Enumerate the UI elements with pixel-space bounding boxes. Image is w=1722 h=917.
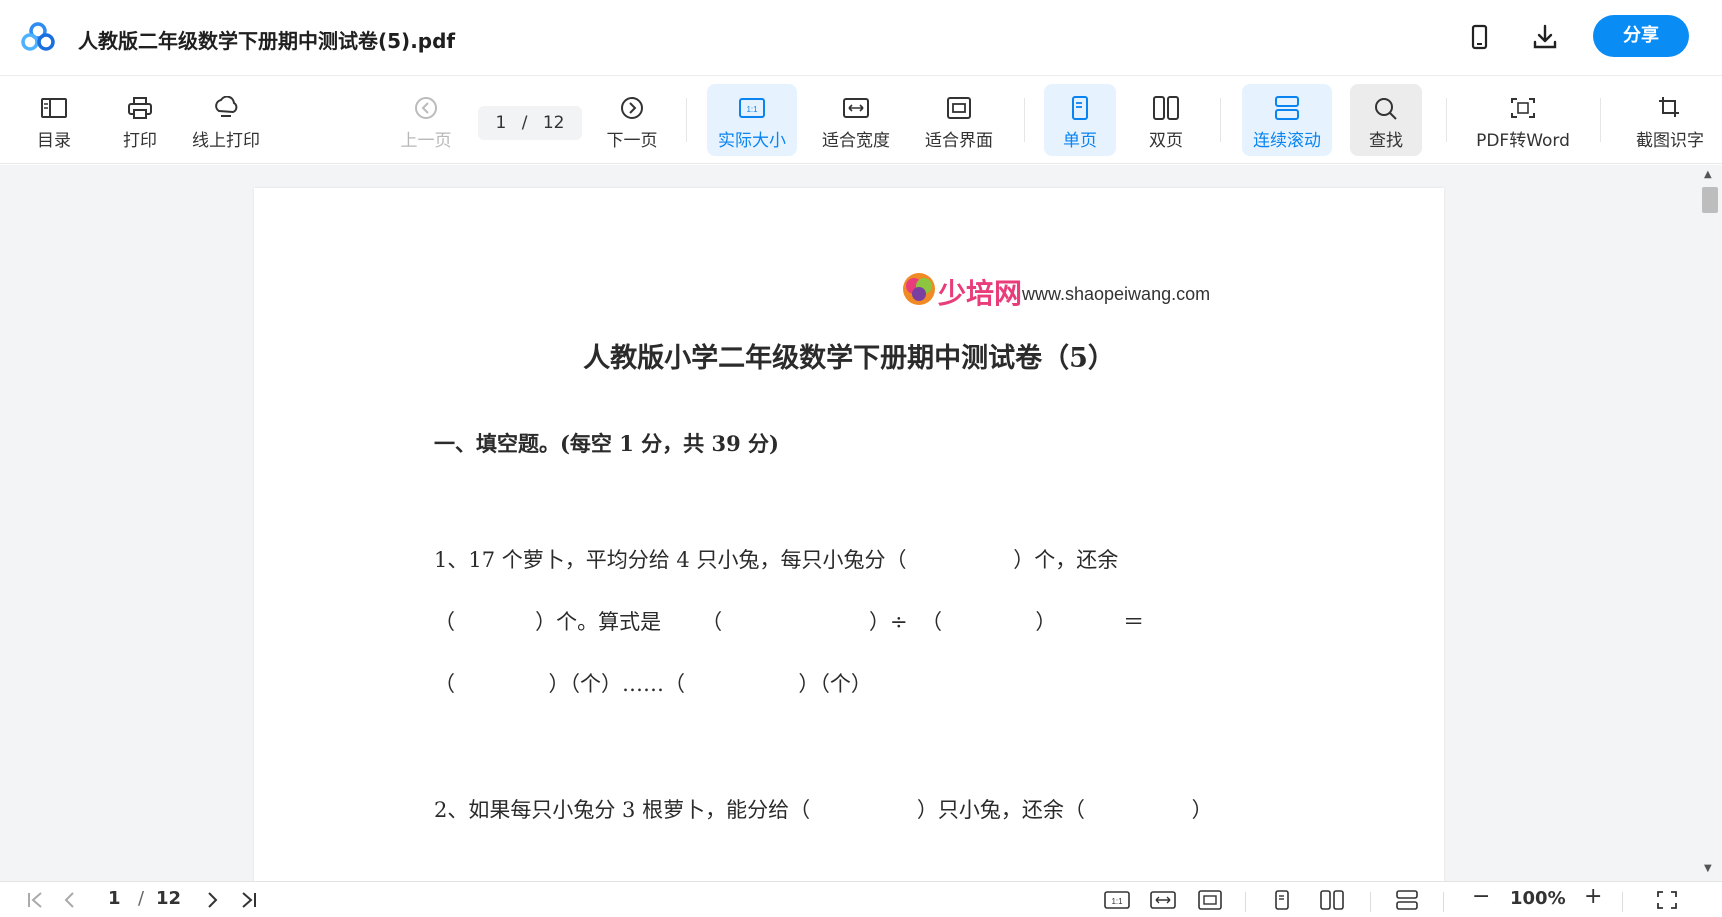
fit-screen-label: 适合界面 [925,131,993,151]
print-label: 打印 [123,131,157,151]
actual-size-icon-text: 1:1 [746,105,758,114]
online-print-label: 线上打印 [192,131,260,151]
fit-screen-icon [947,97,971,119]
double-page-icon [1153,96,1179,120]
flower-logo-icon [903,273,935,305]
status-divider [1370,892,1371,912]
zoom-in-button[interactable]: + [1584,884,1602,909]
next-page-button[interactable]: 下一页 [604,84,660,156]
share-button[interactable]: 分享 [1593,15,1689,57]
file-title: 人教版二年级数学下册期中测试卷(5).pdf [78,29,456,53]
title-bar: 人教版二年级数学下册期中测试卷(5).pdf 分享 [0,0,1722,76]
document-title: 人教版小学二年级数学下册期中测试卷（5） [583,343,1115,374]
toolbar-divider [1220,98,1221,142]
fit-screen-icon[interactable] [1197,890,1223,910]
page-separator: / [521,113,528,133]
actual-size-icon: 1:1 [739,98,765,118]
question-1-line-3: （ ）（个）……（ ）（个） [434,672,872,696]
fit-width-button[interactable]: 适合宽度 [815,84,897,156]
scrollbar-thumb[interactable] [1702,187,1718,213]
continuous-scroll-button[interactable]: 连续滚动 [1242,84,1332,156]
question-1-line-2: （ ）个。算式是 （ ）÷ （ ） ＝ [434,610,1145,634]
fit-width-label: 适合宽度 [822,131,890,151]
mobile-phone-icon[interactable] [1462,20,1496,54]
pdf-to-word-button[interactable]: PDF转Word [1470,84,1576,156]
zoom-out-button[interactable]: − [1472,884,1490,909]
search-icon [1375,98,1397,120]
page-total: 12 [542,113,565,133]
toc-button[interactable]: 目录 [28,84,80,156]
toolbar-divider [1446,98,1447,142]
chevron-right-circle-icon [621,97,643,119]
actual-size-icon[interactable]: 1:1 [1104,890,1130,910]
scroll-down-arrow-icon[interactable]: ▼ [1704,863,1712,874]
prev-page-button[interactable]: 上一页 [398,84,454,156]
double-page-icon[interactable] [1320,890,1344,910]
double-page-label: 双页 [1149,131,1183,151]
bottom-page-separator: / [138,888,145,909]
status-bar: 1 / 12 1:1 − 100% + [0,881,1722,917]
single-page-icon [1072,96,1088,120]
logo-text: 少培网 [938,277,1023,310]
bottom-page-total: 12 [156,888,182,909]
baidu-netdisk-logo-icon [21,22,55,51]
screenshot-ocr-label: 截图识字 [1636,131,1704,151]
document-viewer[interactable]: 少培网 www.shaopeiwang.com 人教版小学二年级数学下册期中测试… [0,165,1698,881]
continuous-scroll-icon[interactable] [1395,890,1419,910]
print-button[interactable]: 打印 [114,84,166,156]
fit-screen-button[interactable]: 适合界面 [918,84,1000,156]
single-page-button[interactable]: 单页 [1044,84,1116,156]
last-page-icon[interactable] [236,890,260,910]
online-print-button[interactable]: 线上打印 [186,84,266,156]
question-2-line-1: 2、如果每只小兔分 3 根萝卜，能分给（ ）只小兔，还余（ ） [434,798,1213,822]
continuous-scroll-icon [1275,96,1299,120]
single-page-label: 单页 [1063,131,1097,151]
actual-size-label: 实际大小 [718,131,786,151]
chevron-left-circle-icon [415,97,437,119]
page-current: 1 [495,113,507,133]
toolbar-divider [1600,98,1601,142]
actual-size-button[interactable]: 1:1 实际大小 [707,84,797,156]
convert-icon [1511,98,1535,118]
fit-width-icon[interactable] [1150,890,1176,910]
chevron-left-icon[interactable] [60,890,80,910]
continuous-scroll-label: 连续滚动 [1253,131,1321,151]
find-button[interactable]: 查找 [1350,84,1422,156]
logo-url: www.shaopeiwang.com [1022,284,1211,304]
zoom-level[interactable]: 100% [1510,888,1566,909]
toolbar-divider [1024,98,1025,142]
first-page-icon[interactable] [24,890,48,910]
vertical-scrollbar[interactable]: ▲ ▼ [1698,165,1722,881]
find-label: 查找 [1369,131,1403,151]
download-icon[interactable] [1528,20,1562,54]
question-1-line-1: 1、17 个萝卜，平均分给 4 只小兔，每只小兔分（ ）个，还余 [434,548,1119,572]
actual-size-icon-text: 1:1 [1111,897,1123,906]
prev-page-label: 上一页 [400,131,452,151]
pdf-to-word-label: PDF转Word [1476,131,1570,151]
status-divider [1622,892,1623,912]
chevron-right-icon[interactable] [202,890,222,910]
status-divider [1443,892,1444,912]
pdf-page: 少培网 www.shaopeiwang.com 人教版小学二年级数学下册期中测试… [254,188,1444,881]
toc-label: 目录 [37,131,71,151]
section-heading: 一、填空题。(每空 1 分，共 39 分) [434,431,779,456]
page-number-input[interactable]: 1 / 12 [478,106,582,140]
scroll-up-arrow-icon[interactable]: ▲ [1704,169,1712,180]
toolbar: 目录 打印 线上打印 上一页 1 / 12 下一页 1:1 实际大小 适合宽度 … [0,76,1722,164]
toolbar-divider [686,98,687,142]
bottom-page-current[interactable]: 1 [108,888,121,909]
single-page-icon[interactable] [1272,890,1292,910]
toc-icon [41,98,67,118]
printer-icon [128,97,152,119]
fullscreen-icon[interactable] [1656,890,1678,910]
crop-icon [1659,97,1679,117]
status-divider [1245,892,1246,912]
fit-width-icon [843,98,869,118]
cloud-print-icon [215,96,238,117]
next-page-label: 下一页 [606,131,658,151]
screenshot-ocr-button[interactable]: 截图识字 [1624,84,1716,156]
double-page-button[interactable]: 双页 [1130,84,1202,156]
